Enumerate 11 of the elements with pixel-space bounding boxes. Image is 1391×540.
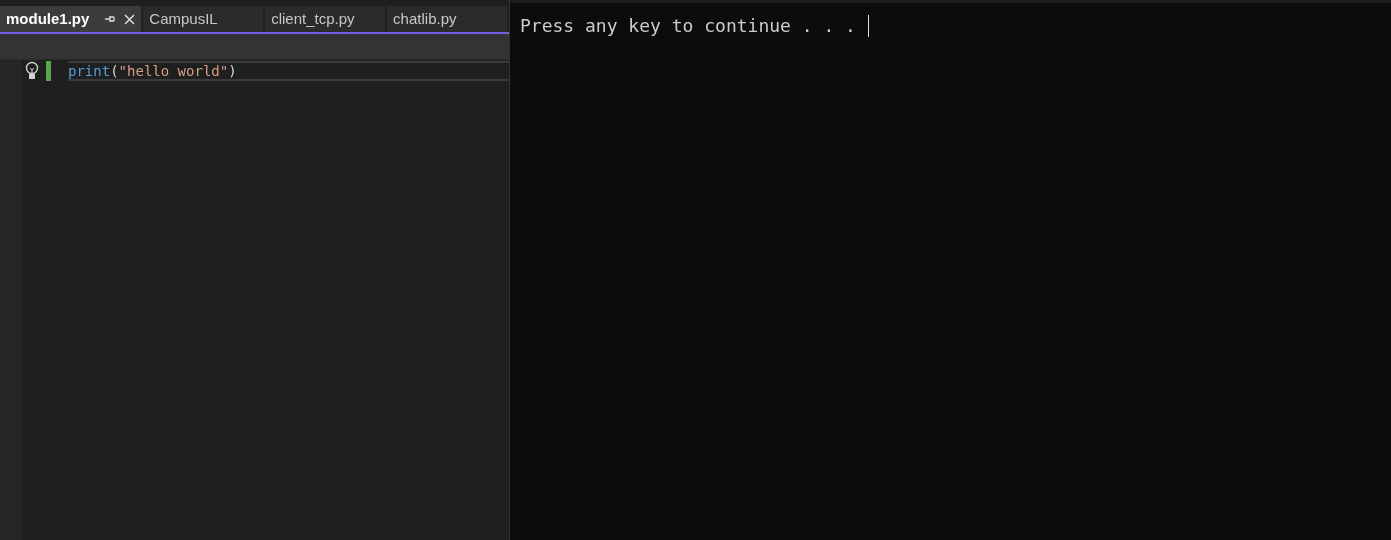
code-line: print("hello world") — [68, 61, 509, 81]
editor-tab[interactable]: client_tcp.py — [265, 6, 386, 32]
change-marker — [46, 61, 51, 81]
close-icon[interactable] — [124, 13, 136, 25]
pin-icon[interactable] — [104, 14, 117, 24]
editor-tab[interactable]: module1.py — [0, 6, 142, 32]
lightbulb-icon[interactable] — [25, 61, 39, 81]
editor-tab[interactable]: chatlib.py — [387, 6, 507, 32]
editor-tab[interactable]: CampusIL — [143, 6, 264, 32]
console-output: Press any key to continue . . . — [520, 14, 856, 38]
text-cursor — [867, 14, 869, 37]
